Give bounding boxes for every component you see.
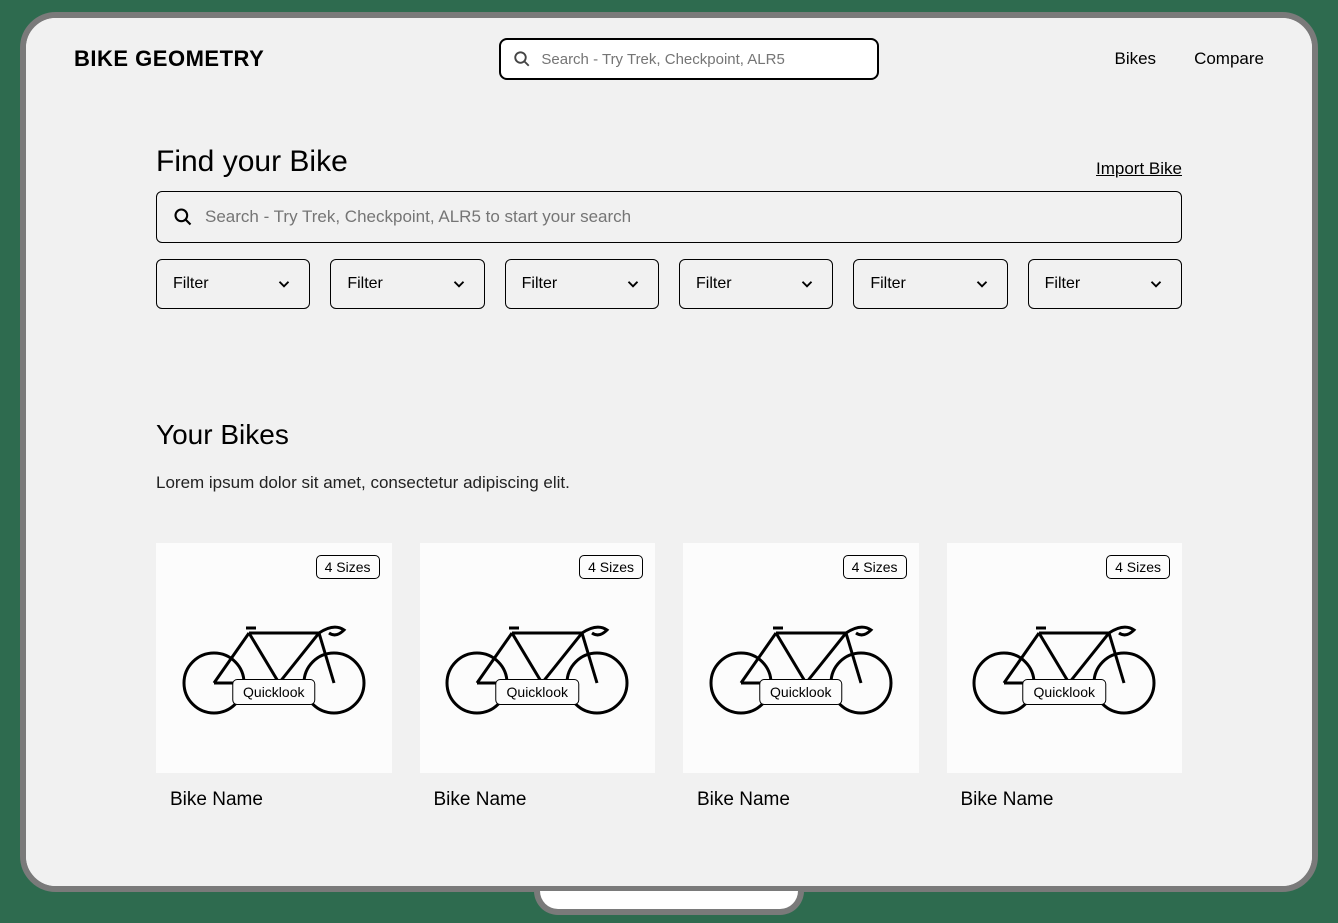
- your-bikes-desc: Lorem ipsum dolor sit amet, consectetur …: [156, 473, 1182, 493]
- filter-dropdown[interactable]: Filter: [330, 259, 484, 309]
- filter-dropdown[interactable]: Filter: [853, 259, 1007, 309]
- sizes-badge: 4 Sizes: [1106, 555, 1170, 579]
- header: BIKE GEOMETRY Bikes Compare: [26, 18, 1312, 90]
- find-title: Find your Bike: [156, 145, 348, 179]
- sizes-badge: 4 Sizes: [579, 555, 643, 579]
- nav-compare[interactable]: Compare: [1194, 49, 1264, 69]
- chevron-down-icon: [624, 275, 642, 293]
- your-bikes-section: Your Bikes Lorem ipsum dolor sit amet, c…: [156, 419, 1182, 811]
- search-icon: [513, 50, 531, 68]
- laptop-frame: BIKE GEOMETRY Bikes Compare Find your Bi…: [20, 12, 1318, 892]
- find-header-row: Find your Bike Import Bike: [156, 145, 1182, 179]
- filter-label: Filter: [1045, 275, 1081, 293]
- chevron-down-icon: [798, 275, 816, 293]
- bike-card[interactable]: 4 Sizes Quicklook Bike Name: [683, 543, 919, 811]
- quicklook-button[interactable]: Quicklook: [496, 679, 579, 705]
- chevron-down-icon: [973, 275, 991, 293]
- nav-bikes[interactable]: Bikes: [1114, 49, 1156, 69]
- header-search-input[interactable]: [541, 51, 865, 68]
- sizes-badge: 4 Sizes: [316, 555, 380, 579]
- your-bikes-title: Your Bikes: [156, 419, 1182, 451]
- content: Find your Bike Import Bike Filter Filter: [26, 90, 1312, 811]
- quicklook-button[interactable]: Quicklook: [759, 679, 842, 705]
- bike-card[interactable]: 4 Sizes Quicklook Bike Name: [420, 543, 656, 811]
- filter-label: Filter: [522, 275, 558, 293]
- bike-name: Bike Name: [156, 789, 392, 811]
- sizes-badge: 4 Sizes: [843, 555, 907, 579]
- app-screen: BIKE GEOMETRY Bikes Compare Find your Bi…: [26, 18, 1312, 886]
- main-search[interactable]: [156, 191, 1182, 243]
- filter-dropdown[interactable]: Filter: [505, 259, 659, 309]
- chevron-down-icon: [450, 275, 468, 293]
- bike-name: Bike Name: [947, 789, 1183, 811]
- filter-label: Filter: [173, 275, 209, 293]
- filter-label: Filter: [696, 275, 732, 293]
- chevron-down-icon: [275, 275, 293, 293]
- bike-name: Bike Name: [683, 789, 919, 811]
- bike-grid: 4 Sizes Quicklook Bike Name: [156, 543, 1182, 811]
- search-icon: [173, 207, 193, 227]
- bike-image-wrap: 4 Sizes Quicklook: [420, 543, 656, 773]
- bike-card[interactable]: 4 Sizes Quicklook Bike Name: [947, 543, 1183, 811]
- filter-row: Filter Filter Filter Filter Filter: [156, 259, 1182, 309]
- filter-dropdown[interactable]: Filter: [1028, 259, 1182, 309]
- bike-image-wrap: 4 Sizes Quicklook: [683, 543, 919, 773]
- bike-image-wrap: 4 Sizes Quicklook: [947, 543, 1183, 773]
- filter-dropdown[interactable]: Filter: [679, 259, 833, 309]
- quicklook-button[interactable]: Quicklook: [1023, 679, 1106, 705]
- bike-card[interactable]: 4 Sizes Quicklook Bike Name: [156, 543, 392, 811]
- filter-label: Filter: [347, 275, 383, 293]
- bike-name: Bike Name: [420, 789, 656, 811]
- logo: BIKE GEOMETRY: [74, 46, 264, 72]
- main-search-input[interactable]: [205, 207, 1165, 227]
- nav: Bikes Compare: [1114, 49, 1264, 69]
- import-bike-link[interactable]: Import Bike: [1096, 159, 1182, 179]
- bike-image-wrap: 4 Sizes Quicklook: [156, 543, 392, 773]
- quicklook-button[interactable]: Quicklook: [232, 679, 315, 705]
- filter-dropdown[interactable]: Filter: [156, 259, 310, 309]
- laptop-base: [534, 891, 804, 915]
- chevron-down-icon: [1147, 275, 1165, 293]
- header-search[interactable]: [499, 38, 879, 80]
- filter-label: Filter: [870, 275, 906, 293]
